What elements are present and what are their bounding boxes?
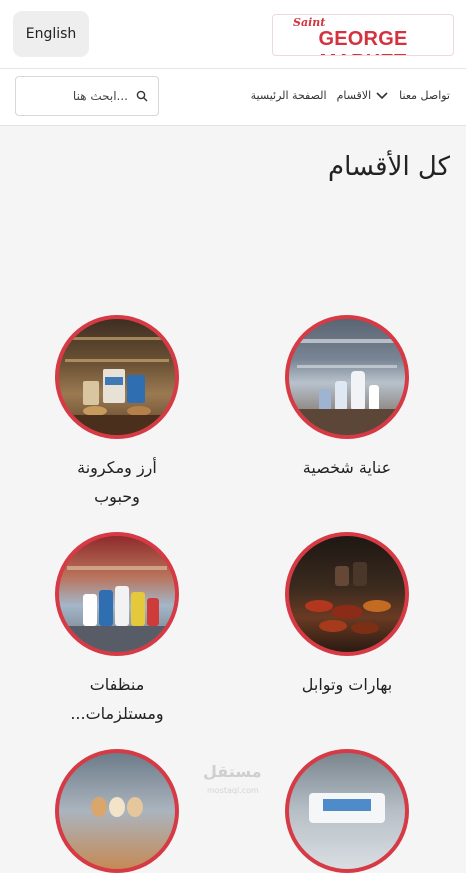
category-card[interactable]: منظفات ومستلزمات... bbox=[17, 532, 217, 728]
category-card[interactable] bbox=[17, 749, 217, 873]
spices-icon bbox=[305, 562, 391, 634]
cleaners-icon bbox=[59, 566, 175, 652]
watermark-text: مستقل bbox=[203, 762, 262, 781]
category-card[interactable]: عناية شخصية bbox=[247, 315, 447, 482]
category-image bbox=[285, 749, 409, 873]
category-card[interactable] bbox=[247, 749, 447, 873]
category-image bbox=[285, 532, 409, 656]
category-name: عناية شخصية bbox=[302, 458, 392, 477]
eggs-icon bbox=[91, 797, 143, 817]
dairy-icon bbox=[309, 793, 385, 823]
category-card[interactable]: بهارات وتوابل bbox=[247, 532, 447, 699]
category-name: منظفات ومستلزمات... bbox=[70, 675, 164, 723]
categories-grid: عناية شخصية أرز ومكرونة وحبوب بهارات وتو… bbox=[0, 0, 466, 873]
category-image bbox=[285, 315, 409, 439]
category-image bbox=[55, 749, 179, 873]
category-name: بهارات وتوابل bbox=[301, 675, 393, 694]
category-image bbox=[55, 315, 179, 439]
category-image bbox=[55, 532, 179, 656]
rice-pasta-icon bbox=[59, 337, 175, 435]
personal-care-icon bbox=[289, 339, 405, 435]
category-card[interactable]: أرز ومكرونة وحبوب bbox=[17, 315, 217, 511]
category-name: أرز ومكرونة وحبوب bbox=[77, 458, 157, 506]
watermark-subtext: mostaql.com bbox=[207, 786, 259, 795]
